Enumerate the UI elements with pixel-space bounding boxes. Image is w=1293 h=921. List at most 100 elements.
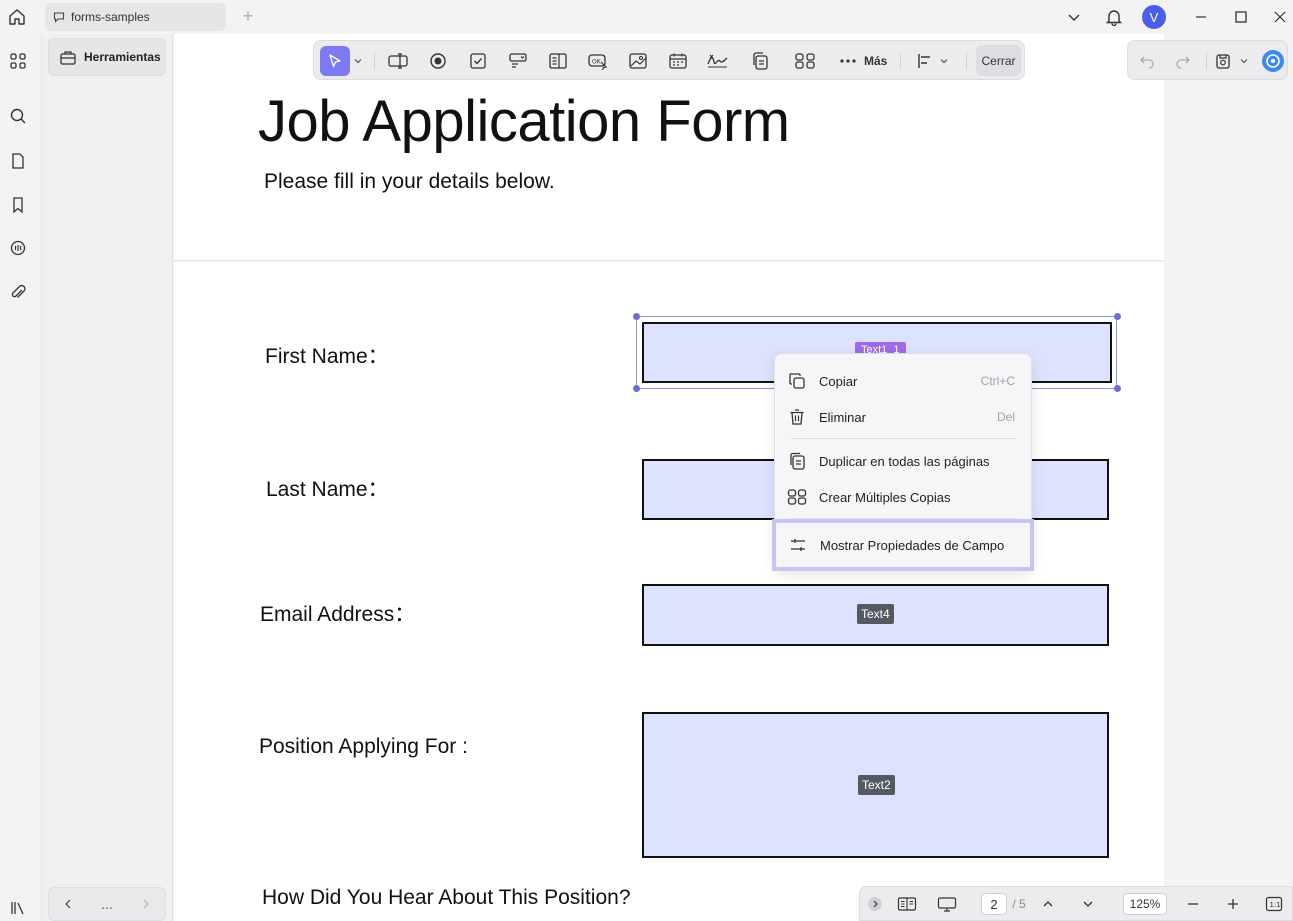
menu-item-label: Duplicar en todas las páginas xyxy=(819,453,990,469)
duplicate-tool-icon[interactable] xyxy=(745,46,775,76)
close-window-button[interactable] xyxy=(1267,4,1293,30)
avatar[interactable]: V xyxy=(1141,4,1167,30)
chevron-right-icon[interactable] xyxy=(140,898,152,910)
resize-handle[interactable] xyxy=(1114,313,1121,320)
button-tool-icon[interactable]: OK xyxy=(583,46,613,76)
chevron-left-icon[interactable] xyxy=(62,898,74,910)
menu-item-copy[interactable]: Copiar Ctrl+C xyxy=(775,364,1031,398)
checkbox-tool-icon[interactable] xyxy=(463,46,493,76)
comments-icon[interactable] xyxy=(7,237,29,259)
home-icon[interactable] xyxy=(4,4,30,30)
menu-item-label: Eliminar xyxy=(819,409,866,425)
actual-size-label: 1:1 xyxy=(1270,901,1281,909)
panel-pager: ... xyxy=(48,887,166,921)
form-toolbar: OK Más Cerrar xyxy=(313,40,1025,80)
chevron-down-icon[interactable] xyxy=(1078,893,1098,915)
duplicate-pages-icon xyxy=(775,452,819,470)
reading-mode-icon[interactable] xyxy=(896,893,918,915)
more-button[interactable]: Más xyxy=(864,54,887,68)
ai-assistant-icon[interactable] xyxy=(1258,46,1288,76)
library-icon[interactable] xyxy=(7,897,29,919)
menu-item-multiple-copies[interactable]: Crear Múltiples Copias xyxy=(775,480,1031,514)
bell-icon[interactable] xyxy=(1101,4,1127,30)
pages-icon[interactable] xyxy=(7,150,29,172)
label-position: Position Applying For : xyxy=(259,735,468,758)
menu-item-duplicate-all-pages[interactable]: Duplicar en todas las páginas xyxy=(775,444,1031,478)
page-title: Job Application Form xyxy=(258,89,790,154)
zoom-in-icon[interactable] xyxy=(1223,893,1243,915)
present-icon[interactable] xyxy=(936,893,958,915)
select-tool-button[interactable] xyxy=(320,46,350,76)
menu-divider xyxy=(791,438,1015,439)
resize-handle[interactable] xyxy=(633,313,640,320)
current-page-input[interactable]: 2 xyxy=(981,893,1007,915)
copy-icon xyxy=(775,372,819,390)
more-button[interactable]: ... xyxy=(101,896,113,912)
menu-item-shortcut: Ctrl+C xyxy=(980,374,1015,388)
chevron-down-icon[interactable] xyxy=(934,46,954,76)
label-email: Email Address： xyxy=(260,603,416,626)
comment-icon xyxy=(53,11,65,23)
close-form-editor-button[interactable]: Cerrar xyxy=(976,45,1021,76)
tools-panel: Herramientas ... xyxy=(43,34,173,921)
menu-item-shortcut: Del xyxy=(996,410,1015,424)
menu-item-label: Mostrar Propiedades de Campo xyxy=(820,537,1005,553)
field-tag-position: Text2 xyxy=(858,775,895,795)
collapse-icon[interactable] xyxy=(866,893,884,915)
grid-icon[interactable] xyxy=(7,50,29,72)
menu-item-delete[interactable]: Eliminar Del xyxy=(775,400,1031,434)
page-total: / 5 xyxy=(1012,897,1026,911)
date-tool-icon[interactable] xyxy=(663,46,693,76)
history-toolbar xyxy=(1127,40,1288,80)
chevron-up-icon[interactable] xyxy=(1038,893,1058,915)
tab-title: forms-samples xyxy=(71,10,150,24)
field-tag-email: Text4 xyxy=(857,604,894,624)
undo-icon[interactable] xyxy=(1132,46,1162,76)
tools-label: Herramientas xyxy=(84,50,161,64)
toolbar-divider xyxy=(900,53,901,69)
page-subtitle: Please fill in your details below. xyxy=(264,170,555,193)
context-menu: Copiar Ctrl+C Eliminar Del Duplicar en t… xyxy=(772,353,1034,571)
toolbar-divider xyxy=(374,53,375,69)
label-first-name: First Name： xyxy=(265,345,389,368)
redo-icon[interactable] xyxy=(1168,46,1198,76)
sliders-icon xyxy=(776,536,820,554)
menu-item-show-field-properties[interactable]: Mostrar Propiedades de Campo xyxy=(772,519,1034,571)
menu-item-label: Crear Múltiples Copias xyxy=(819,489,951,505)
maximize-button[interactable] xyxy=(1228,4,1254,30)
zoom-level[interactable]: 125% xyxy=(1123,893,1167,915)
chevron-down-icon[interactable] xyxy=(1061,4,1087,30)
image-tool-icon[interactable] xyxy=(623,46,653,76)
minimize-button[interactable] xyxy=(1188,4,1214,30)
toolbar-divider xyxy=(966,53,967,69)
resize-handle[interactable] xyxy=(1114,385,1121,392)
multiple-copies-icon xyxy=(775,488,819,506)
more-dots-icon[interactable] xyxy=(833,46,863,76)
toolbox-icon xyxy=(59,48,77,66)
bookmark-icon[interactable] xyxy=(7,194,29,216)
trash-icon xyxy=(775,408,819,426)
radio-button-tool-icon[interactable] xyxy=(423,46,453,76)
toolbar-divider xyxy=(1206,53,1207,69)
text-field-tool-icon[interactable] xyxy=(383,46,413,76)
left-rail xyxy=(0,34,42,921)
multiple-copies-tool-icon[interactable] xyxy=(790,46,820,76)
search-icon[interactable] xyxy=(7,105,29,127)
tools-button[interactable]: Herramientas xyxy=(48,38,166,76)
list-box-tool-icon[interactable] xyxy=(543,46,573,76)
label-last-name: Last Name： xyxy=(266,478,389,501)
attachment-icon[interactable] xyxy=(7,282,29,304)
new-tab-button[interactable]: + xyxy=(238,6,258,26)
chevron-down-icon[interactable] xyxy=(1234,46,1254,76)
actual-size-button[interactable]: 1:1 xyxy=(1263,893,1285,915)
page-navigation-bar: 2 / 5 125% 1:1 xyxy=(859,886,1293,921)
zoom-out-icon[interactable] xyxy=(1183,893,1203,915)
svg-text:OK: OK xyxy=(592,59,602,66)
chevron-down-icon[interactable] xyxy=(348,46,368,76)
label-hear-about: How Did You Hear About This Position? xyxy=(262,886,631,909)
menu-item-label: Copiar xyxy=(819,373,858,389)
tab-forms-samples[interactable]: forms-samples xyxy=(45,3,226,31)
dropdown-tool-icon[interactable] xyxy=(503,46,533,76)
signature-tool-icon[interactable] xyxy=(703,46,733,76)
resize-handle[interactable] xyxy=(633,385,640,392)
